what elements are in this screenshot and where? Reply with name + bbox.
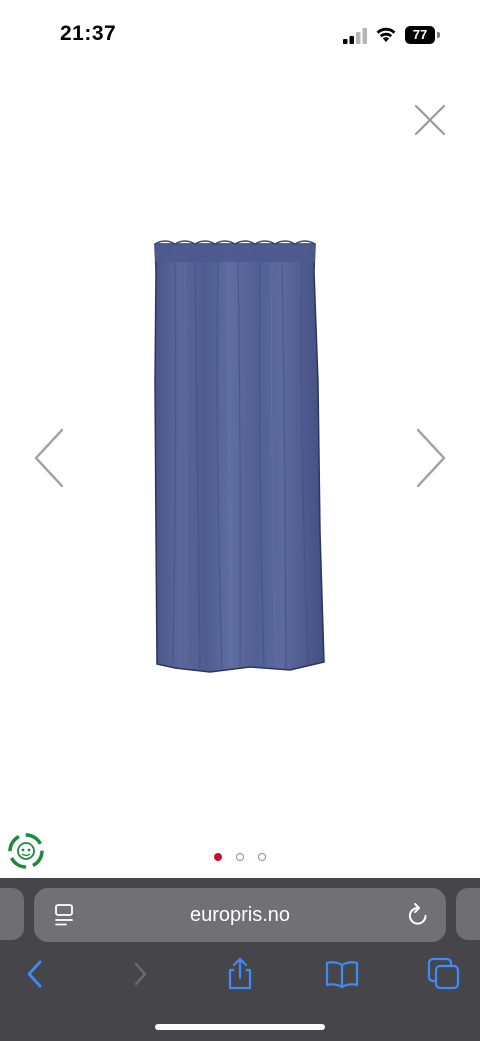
pagination-dot-3[interactable] xyxy=(258,853,266,861)
pagination-dot-2[interactable] xyxy=(236,853,244,861)
previous-tab-preview[interactable] xyxy=(0,888,24,940)
chevron-right-icon[interactable] xyxy=(408,425,452,491)
book-icon[interactable] xyxy=(324,956,360,992)
pagination-dot-1[interactable] xyxy=(214,853,222,861)
battery-indicator: 77 xyxy=(405,26,441,44)
next-tab-preview[interactable] xyxy=(456,888,480,940)
status-bar: 21:37 77 xyxy=(0,0,480,70)
battery-tip xyxy=(437,32,440,38)
forward-chevron-icon[interactable] xyxy=(122,956,158,992)
reload-icon[interactable] xyxy=(406,902,430,928)
close-icon[interactable] xyxy=(410,100,450,140)
wifi-icon xyxy=(376,27,396,42)
battery-level: 77 xyxy=(405,26,435,44)
tabs-icon[interactable] xyxy=(426,956,462,992)
status-time: 21:37 xyxy=(60,22,117,45)
curtain-product-image xyxy=(154,240,325,673)
chevron-left-icon[interactable] xyxy=(28,425,72,491)
browser-chrome: europris.no xyxy=(0,878,480,1041)
home-indicator xyxy=(155,1024,325,1030)
address-bar[interactable]: europris.no xyxy=(34,888,446,942)
share-icon[interactable] xyxy=(222,956,258,992)
image-pagination xyxy=(212,853,272,865)
url-text: europris.no xyxy=(189,904,291,926)
cellular-signal-icon xyxy=(343,28,367,44)
recycle-badge-icon xyxy=(8,833,44,869)
back-chevron-icon[interactable] xyxy=(18,956,54,992)
